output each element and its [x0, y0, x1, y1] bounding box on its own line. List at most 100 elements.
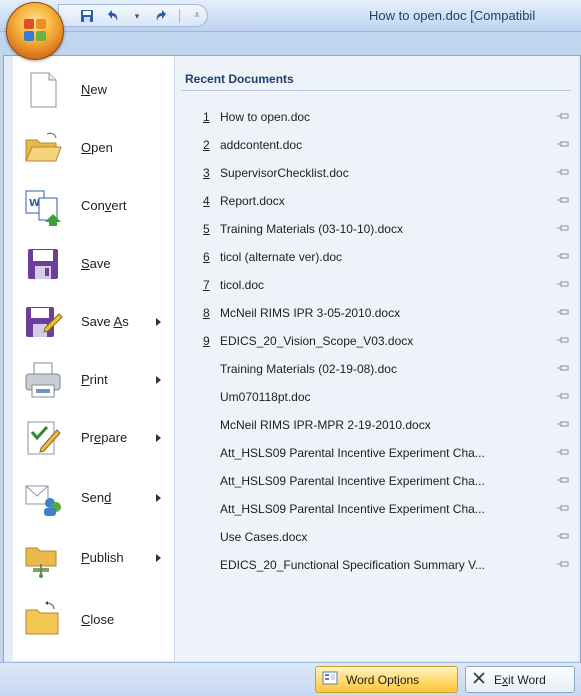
recent-document-item[interactable]: 7 ticol.doc: [175, 272, 578, 300]
recent-document-item[interactable]: EDICS_20_Functional Specification Summar…: [175, 552, 578, 580]
recent-document-name: How to open.doc: [220, 110, 311, 124]
recent-document-item[interactable]: 3 SupervisorChecklist.doc: [175, 160, 578, 188]
word-options-button[interactable]: Word Options: [315, 666, 458, 693]
recent-document-item[interactable]: 6 ticol (alternate ver).doc: [175, 244, 578, 272]
customize-icon[interactable]: ⩡: [189, 8, 205, 24]
recent-document-name: ticol (alternate ver).doc: [220, 250, 343, 264]
chevron-down-icon[interactable]: ▾: [129, 8, 145, 24]
pin-icon[interactable]: [556, 138, 570, 150]
undo-icon[interactable]: [104, 8, 120, 24]
menu-footer: Word Options Exit Word: [0, 662, 581, 696]
menu-item-label: Send: [81, 490, 112, 505]
menu-item-label: Print: [81, 372, 108, 387]
recent-document-name: EDICS_20_Vision_Scope_V03.docx: [220, 334, 414, 348]
menu-item-save-as[interactable]: Save As: [13, 294, 175, 350]
recent-document-item[interactable]: 4 Report.docx: [175, 188, 578, 216]
recent-document-item[interactable]: 5 Training Materials (03-10-10).docx: [175, 216, 578, 244]
pin-icon[interactable]: [556, 530, 570, 542]
pin-icon[interactable]: [556, 334, 570, 346]
pin-icon[interactable]: [556, 194, 570, 206]
pin-icon[interactable]: [556, 306, 570, 318]
recent-document-number: 2: [203, 138, 210, 152]
recent-document-name: Report.docx: [220, 194, 285, 208]
menu-item-label: New: [81, 82, 108, 97]
pin-icon[interactable]: [556, 390, 570, 402]
recent-document-name: McNeil RIMS IPR-MPR 2-19-2010.docx: [220, 418, 431, 432]
office-button[interactable]: [6, 2, 64, 60]
menu-item-new[interactable]: New: [13, 62, 175, 118]
redo-icon[interactable]: [154, 8, 170, 24]
recent-document-number: 4: [203, 194, 210, 208]
menu-item-label: Prepare: [81, 430, 128, 445]
recent-document-item[interactable]: 9 EDICS_20_Vision_Scope_V03.docx: [175, 328, 578, 356]
svg-text:W: W: [29, 198, 40, 209]
recent-document-number: 6: [203, 250, 210, 264]
pin-icon[interactable]: [556, 446, 570, 458]
menu-item-publish[interactable]: Publish: [13, 530, 175, 586]
recent-document-item[interactable]: Att_HSLS09 Parental Incentive Experiment…: [175, 440, 578, 468]
menu-item-label: Save As: [81, 314, 129, 329]
recent-document-name: Um070118pt.doc: [220, 390, 311, 404]
save-as-icon: [23, 302, 63, 342]
submenu-arrow-icon: [156, 554, 161, 562]
menu-item-label: Publish: [81, 550, 124, 565]
submenu-arrow-icon: [156, 376, 161, 384]
menu-item-print[interactable]: Print: [13, 352, 175, 408]
submenu-arrow-icon: [156, 318, 161, 326]
save-icon[interactable]: [79, 8, 95, 24]
toolbar-separator: [179, 8, 180, 23]
word-options-label: Word Options: [346, 672, 420, 687]
recent-document-item[interactable]: 1 How to open.doc: [175, 104, 578, 132]
menu-item-close[interactable]: Close: [13, 592, 175, 648]
pin-icon[interactable]: [556, 418, 570, 430]
recent-document-number: 5: [203, 222, 210, 236]
recent-document-name: Training Materials (02-19-08).doc: [220, 362, 397, 376]
title-bar: ▾ ⩡ How to open.doc [Compatibil: [0, 0, 581, 32]
menu-item-save[interactable]: Save: [13, 236, 175, 292]
send-icon: [23, 478, 63, 518]
exit-word-button[interactable]: Exit Word: [465, 666, 575, 693]
menu-item-open[interactable]: Open: [13, 120, 175, 176]
pin-icon[interactable]: [556, 362, 570, 374]
pin-icon[interactable]: [556, 502, 570, 514]
recent-document-item[interactable]: Att_HSLS09 Parental Incentive Experiment…: [175, 468, 578, 496]
recent-document-item[interactable]: Use Cases.docx: [175, 524, 578, 552]
pin-icon[interactable]: [556, 278, 570, 290]
recent-document-name: Att_HSLS09 Parental Incentive Experiment…: [220, 502, 485, 516]
recent-document-name: addcontent.doc: [220, 138, 303, 152]
menu-item-label: Save: [81, 256, 111, 271]
pin-icon[interactable]: [556, 474, 570, 486]
recent-document-name: SupervisorChecklist.doc: [220, 166, 349, 180]
recent-document-number: 1: [203, 110, 210, 124]
open-folder-icon: [23, 128, 63, 168]
convert-icon: W: [23, 186, 63, 226]
recent-documents-list: 1 How to open.doc 2 addcontent.doc 3 Supervis…: [175, 104, 578, 580]
menu-item-prepare[interactable]: Prepare: [13, 410, 175, 466]
divider: [181, 90, 571, 91]
pin-icon[interactable]: [556, 166, 570, 178]
recent-document-item[interactable]: Training Materials (02-19-08).doc: [175, 356, 578, 384]
menu-item-convert[interactable]: W Convert: [13, 178, 175, 234]
exit-word-label: Exit Word: [494, 672, 546, 687]
recent-document-item[interactable]: 2 addcontent.doc: [175, 132, 578, 160]
recent-document-item[interactable]: 8 McNeil RIMS IPR 3-05-2010.docx: [175, 300, 578, 328]
recent-document-item[interactable]: Um070118pt.doc: [175, 384, 578, 412]
quick-access-toolbar: ▾ ⩡: [58, 4, 208, 27]
menu-item-label: Convert: [81, 198, 127, 213]
pin-icon[interactable]: [556, 110, 570, 122]
prepare-icon: [23, 418, 63, 458]
window-title: How to open.doc [Compatibil: [369, 8, 536, 23]
pin-icon[interactable]: [556, 558, 570, 570]
menu-item-label: Open: [81, 140, 113, 155]
recent-document-item[interactable]: McNeil RIMS IPR-MPR 2-19-2010.docx: [175, 412, 578, 440]
pin-icon[interactable]: [556, 250, 570, 262]
recent-document-number: 7: [203, 278, 210, 292]
pin-icon[interactable]: [556, 222, 570, 234]
command-pane: New Open W Convert Save Save As Print Prepare Se…: [13, 56, 175, 661]
office-logo-icon: [24, 19, 48, 43]
submenu-arrow-icon: [156, 494, 161, 502]
menu-item-send[interactable]: Send: [13, 470, 175, 526]
recent-document-name: Att_HSLS09 Parental Incentive Experiment…: [220, 446, 485, 460]
recent-document-item[interactable]: Att_HSLS09 Parental Incentive Experiment…: [175, 496, 578, 524]
recent-document-number: 3: [203, 166, 210, 180]
